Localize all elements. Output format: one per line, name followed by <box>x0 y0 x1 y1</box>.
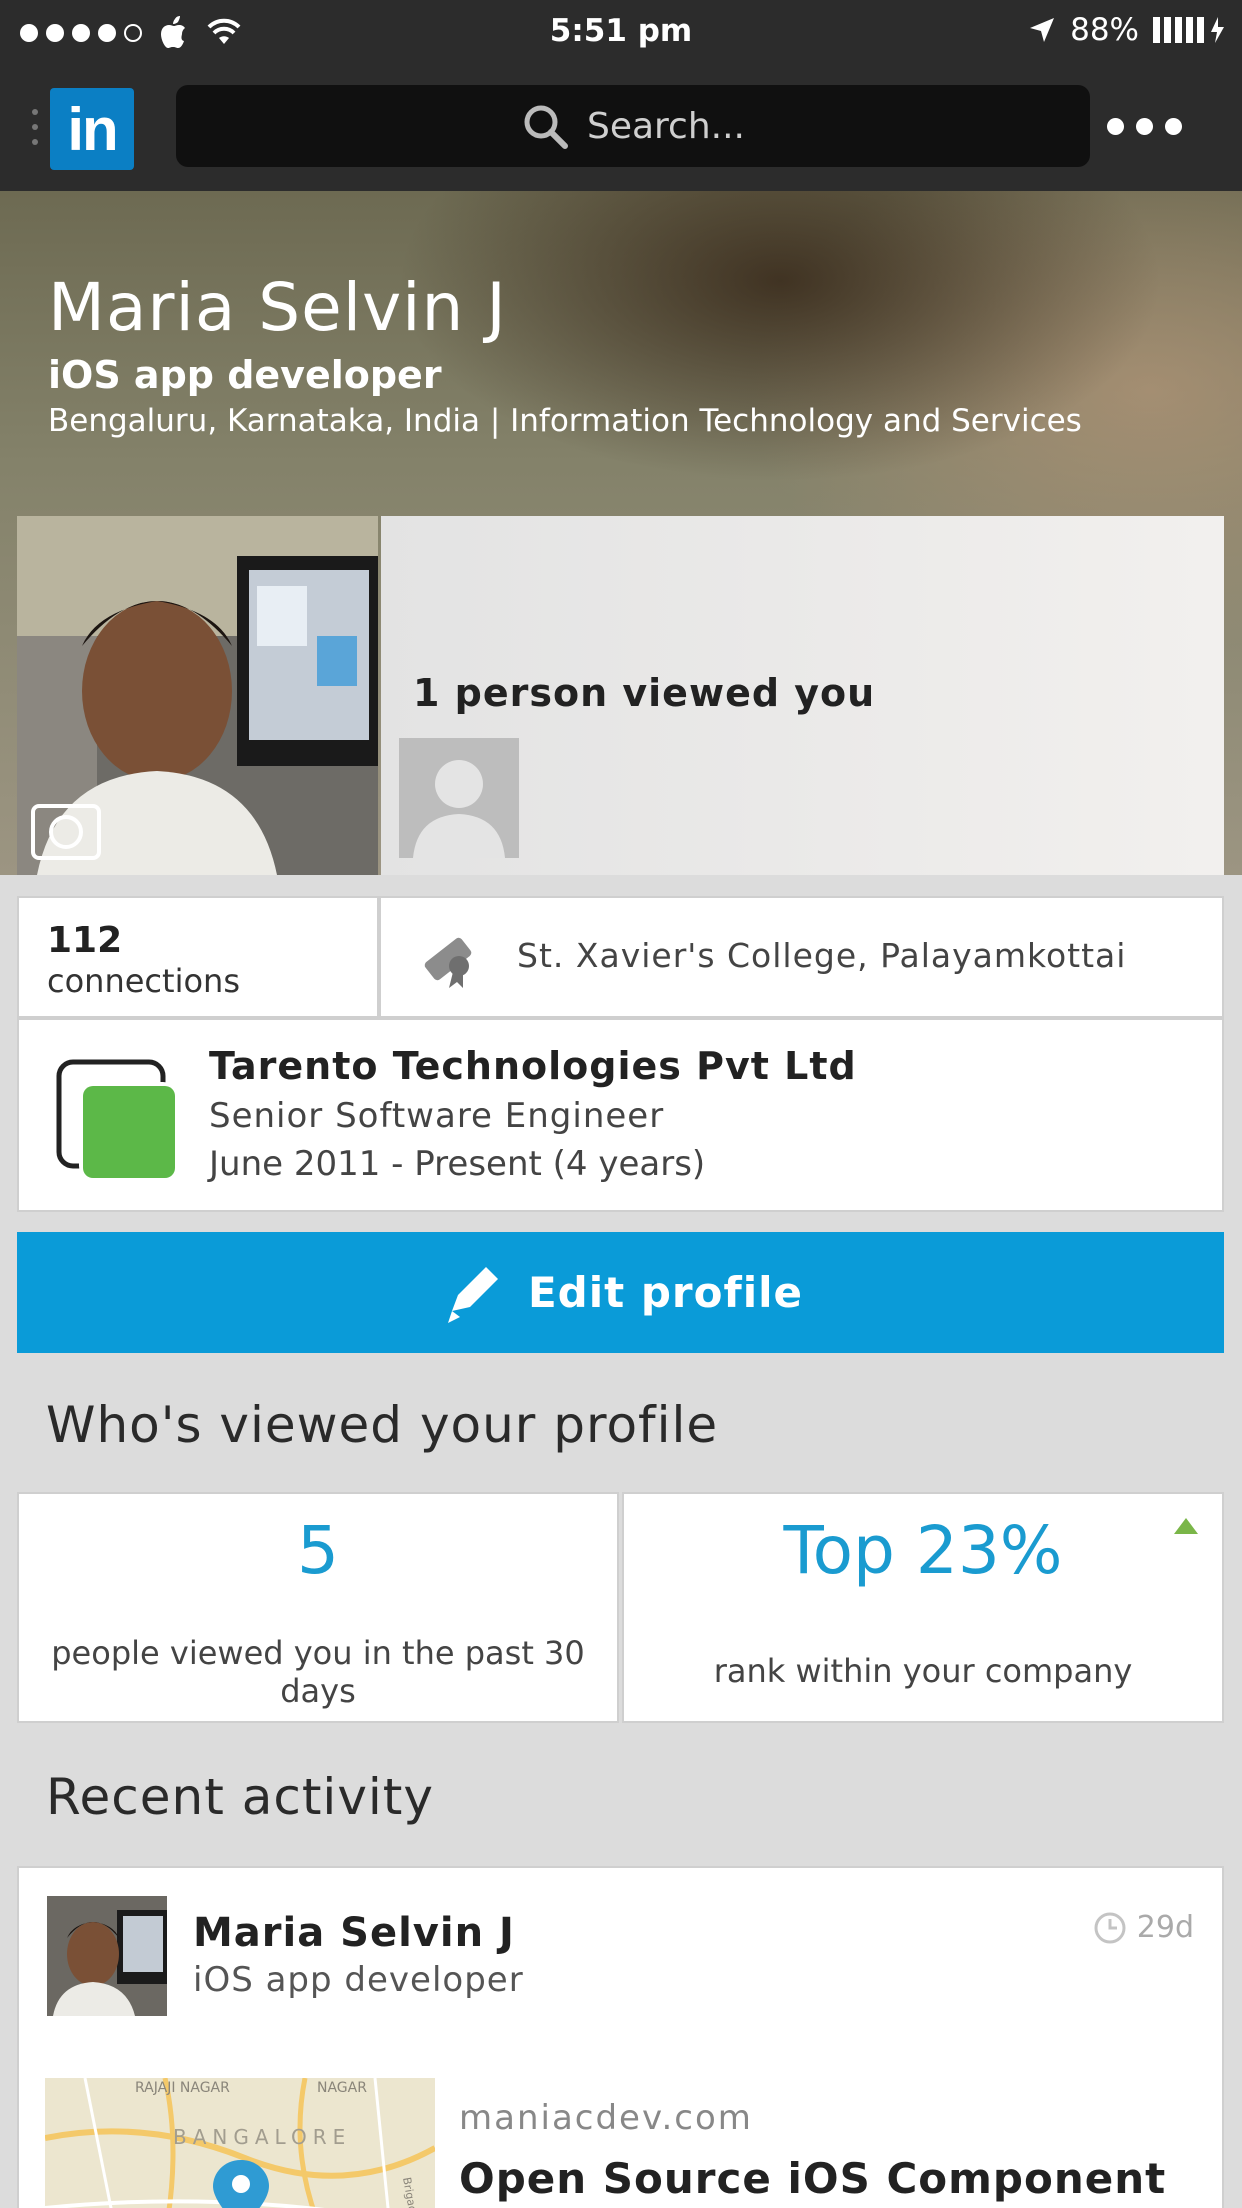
education-card[interactable]: St. Xavier's College, Palayamkottai <box>379 896 1224 1018</box>
activity-age: 29d <box>1136 1910 1194 1945</box>
profile-headline: iOS app developer <box>48 353 442 397</box>
search-input[interactable]: Search... <box>176 85 1090 167</box>
activity-author-name[interactable]: Maria Selvin J <box>193 1910 515 1956</box>
link-domain: maniacdev.com <box>459 2098 753 2138</box>
profile-photo[interactable] <box>17 516 378 875</box>
school-name: St. Xavier's College, Palayamkottai <box>517 936 1127 975</box>
search-icon <box>524 105 568 149</box>
activity-author-headline: iOS app developer <box>193 1960 524 2000</box>
linkedin-logo[interactable]: in <box>50 88 134 170</box>
connections-count: 112 <box>47 920 123 961</box>
map-label: NAGAR <box>317 2080 367 2096</box>
profile-photo-image <box>17 516 378 875</box>
top-bar: 5:51 pm 88% in Search... <box>0 0 1242 191</box>
diploma-icon <box>424 937 472 988</box>
pencil-icon <box>447 1266 498 1323</box>
views-count-card[interactable]: 5 people viewed you in the past 30 days <box>17 1492 619 1723</box>
link-preview-map-image[interactable]: RAJAJI NAGAR NAGAR BANGALORE Brigade Rd <box>45 2078 435 2208</box>
avatar-image <box>47 1896 167 2016</box>
who-viewed-title: Who's viewed your profile <box>46 1396 719 1454</box>
location-arrow-icon <box>1030 18 1055 42</box>
connections-card[interactable]: 112 connections <box>17 896 379 1018</box>
connections-label: connections <box>47 962 240 1000</box>
job-dates: June 2011 - Present (4 years) <box>209 1144 706 1184</box>
views-description: people viewed you in the past 30 days <box>51 1634 585 1710</box>
link-title[interactable]: Open Source iOS Component <box>459 2154 1166 2203</box>
drawer-handle-icon[interactable] <box>32 109 38 145</box>
company-name: Tarento Technologies Pvt Ltd <box>209 1044 857 1088</box>
edit-profile-label: Edit profile <box>527 1268 804 1317</box>
map-label: BANGALORE <box>173 2125 351 2149</box>
viewers-teaser-text: 1 person viewed you <box>413 671 876 715</box>
activity-timestamp: 29d <box>1093 1910 1194 1945</box>
anonymous-viewer-avatar[interactable] <box>399 738 519 858</box>
map-thumbnail: RAJAJI NAGAR NAGAR BANGALORE Brigade Rd <box>45 2078 435 2208</box>
edit-profile-button[interactable]: Edit profile <box>17 1232 1224 1353</box>
profile-location-industry: Bengaluru, Karnataka, India | Informatio… <box>48 403 1082 439</box>
status-bar: 5:51 pm 88% <box>0 0 1242 62</box>
recent-activity-title: Recent activity <box>46 1768 434 1826</box>
person-silhouette-icon <box>399 738 519 858</box>
views-count: 5 <box>297 1512 339 1589</box>
rank-card[interactable]: Top 23% rank within your company <box>622 1492 1224 1723</box>
battery-percent: 88% <box>1070 12 1139 48</box>
map-label: RAJAJI NAGAR <box>135 2080 230 2096</box>
rank-value: Top 23% <box>783 1512 1063 1589</box>
more-menu-button[interactable] <box>1107 118 1182 135</box>
nav-bar: in Search... <box>0 62 1242 191</box>
avatar[interactable] <box>47 1896 167 2016</box>
activity-card[interactable]: Maria Selvin J iOS app developer 29d RAJ… <box>17 1866 1224 2208</box>
rank-description: rank within your company <box>713 1652 1133 1690</box>
search-placeholder: Search... <box>586 105 745 147</box>
clock-icon <box>1094 1912 1126 1943</box>
profile-name: Maria Selvin J <box>48 269 507 346</box>
profile-viewers-teaser[interactable]: 1 person viewed you <box>381 516 1224 875</box>
position-card[interactable]: Tarento Technologies Pvt Ltd Senior Soft… <box>17 1018 1224 1212</box>
battery-icon <box>1153 15 1226 45</box>
company-logo <box>56 1059 175 1178</box>
job-title: Senior Software Engineer <box>209 1096 665 1136</box>
